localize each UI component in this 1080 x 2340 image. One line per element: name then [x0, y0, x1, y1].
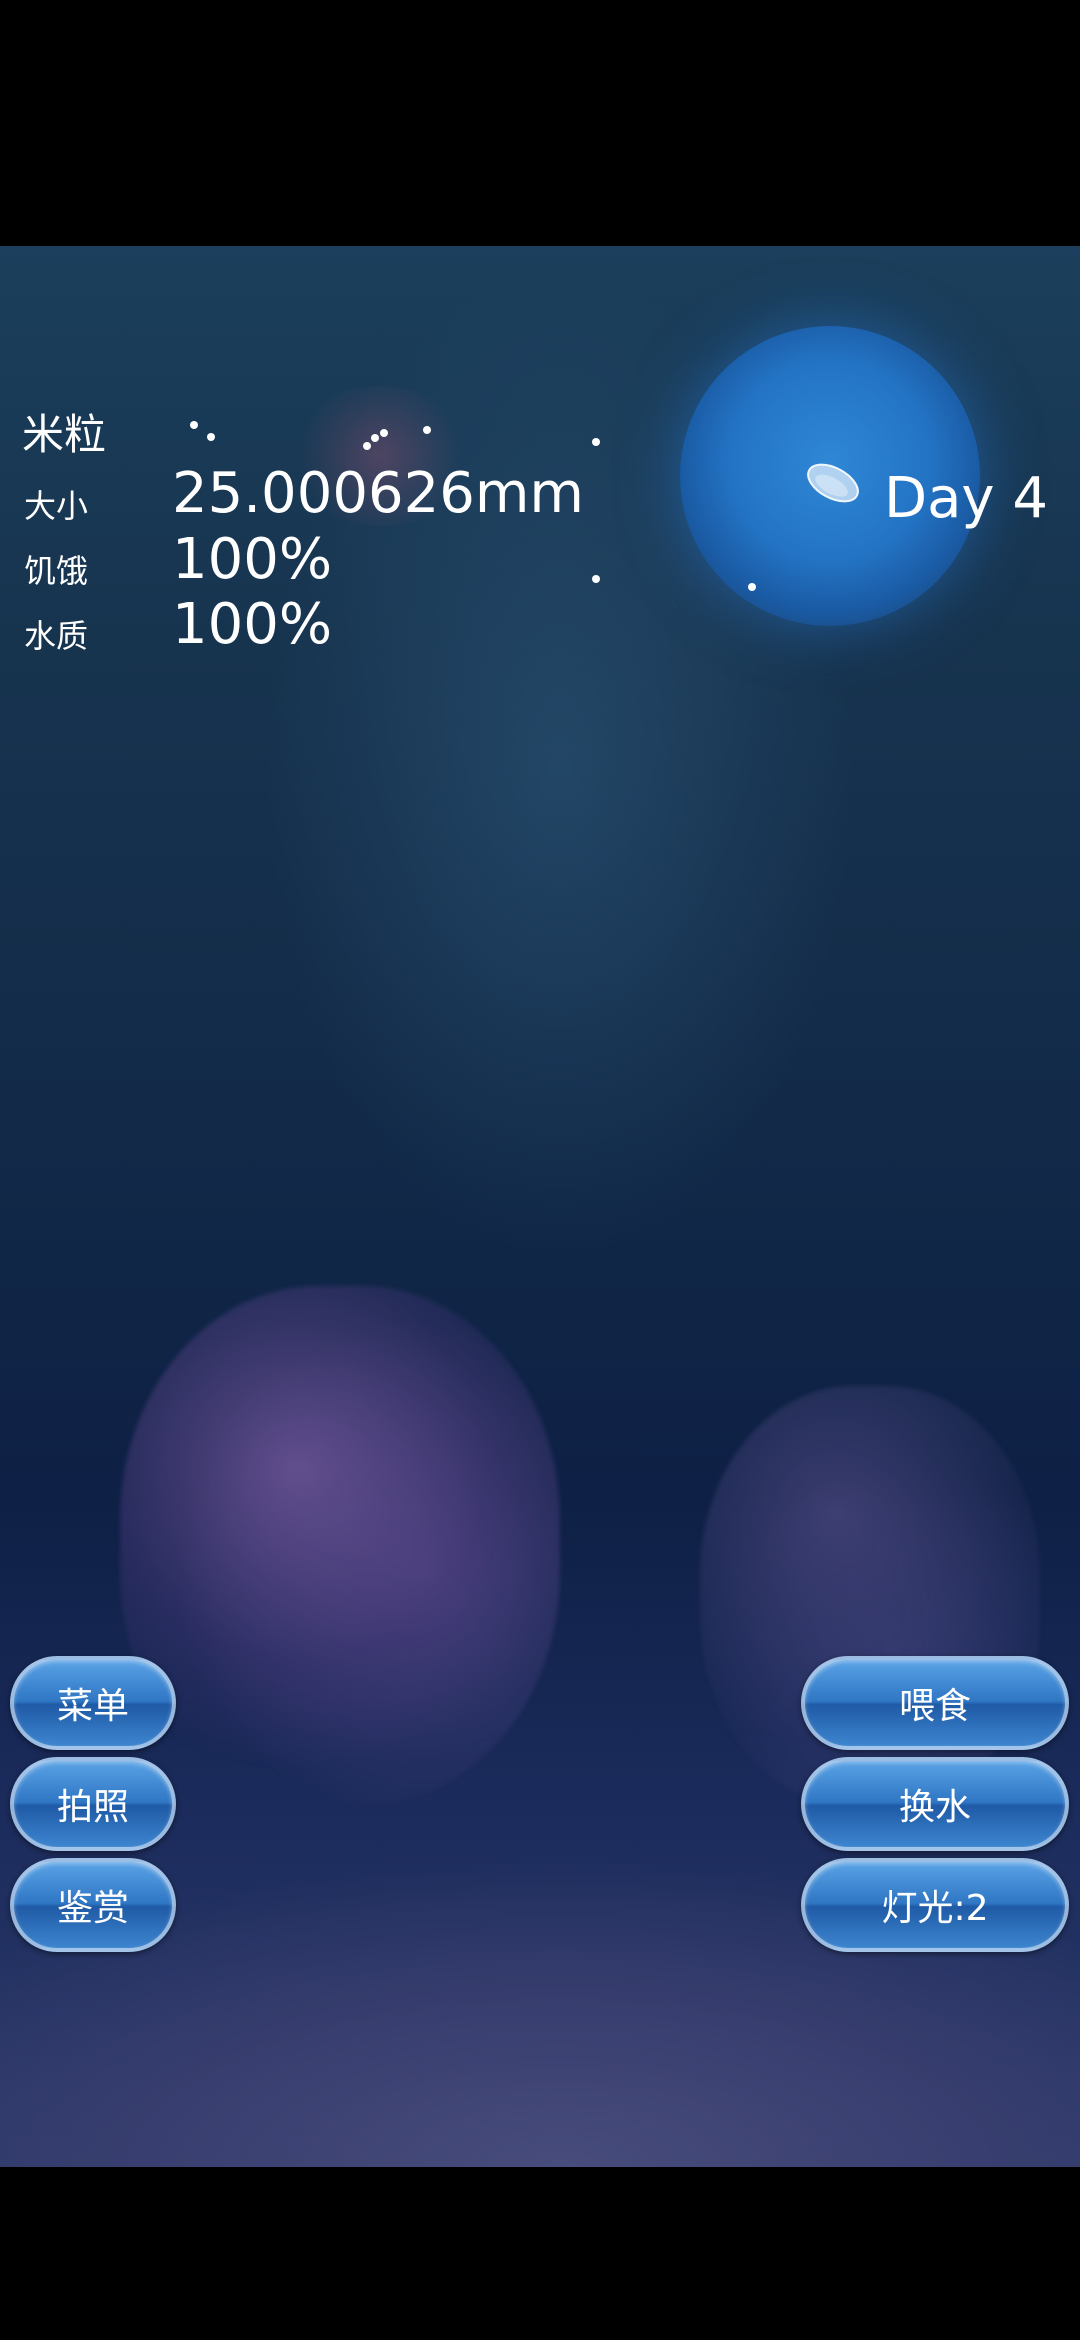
size-value: 25.000626mm — [172, 461, 584, 526]
food-particle — [592, 575, 600, 583]
food-particle — [207, 433, 215, 441]
hunger-value: 100% — [172, 527, 333, 592]
top-black-bar — [0, 0, 1080, 246]
bottom-black-bar — [0, 2167, 1080, 2340]
size-label: 大小 — [24, 487, 89, 525]
food-particle — [423, 426, 431, 434]
feed-button[interactable]: 喂食 — [801, 1656, 1069, 1750]
food-particle — [190, 421, 198, 429]
water-label: 水质 — [24, 617, 89, 655]
aquarium-scene: 米粒 大小 25.000626mm 饥饿 100% 水质 100% Day 4 … — [0, 246, 1080, 2167]
hunger-label: 饥饿 — [24, 552, 89, 590]
light-button[interactable]: 灯光:2 — [801, 1858, 1069, 1952]
coral-left-decoration — [120, 1286, 560, 1806]
menu-button[interactable]: 菜单 — [10, 1656, 176, 1750]
food-particle — [371, 434, 379, 442]
food-particle — [380, 429, 388, 437]
water-value: 100% — [172, 592, 333, 657]
pet-name: 米粒 — [22, 410, 107, 459]
photo-button[interactable]: 拍照 — [10, 1757, 176, 1851]
day-counter: Day 4 — [883, 466, 1048, 531]
food-particle — [363, 442, 371, 450]
change-water-button[interactable]: 换水 — [801, 1757, 1069, 1851]
food-particle — [592, 438, 600, 446]
food-particle — [748, 583, 756, 591]
appreciate-button[interactable]: 鉴赏 — [10, 1858, 176, 1952]
